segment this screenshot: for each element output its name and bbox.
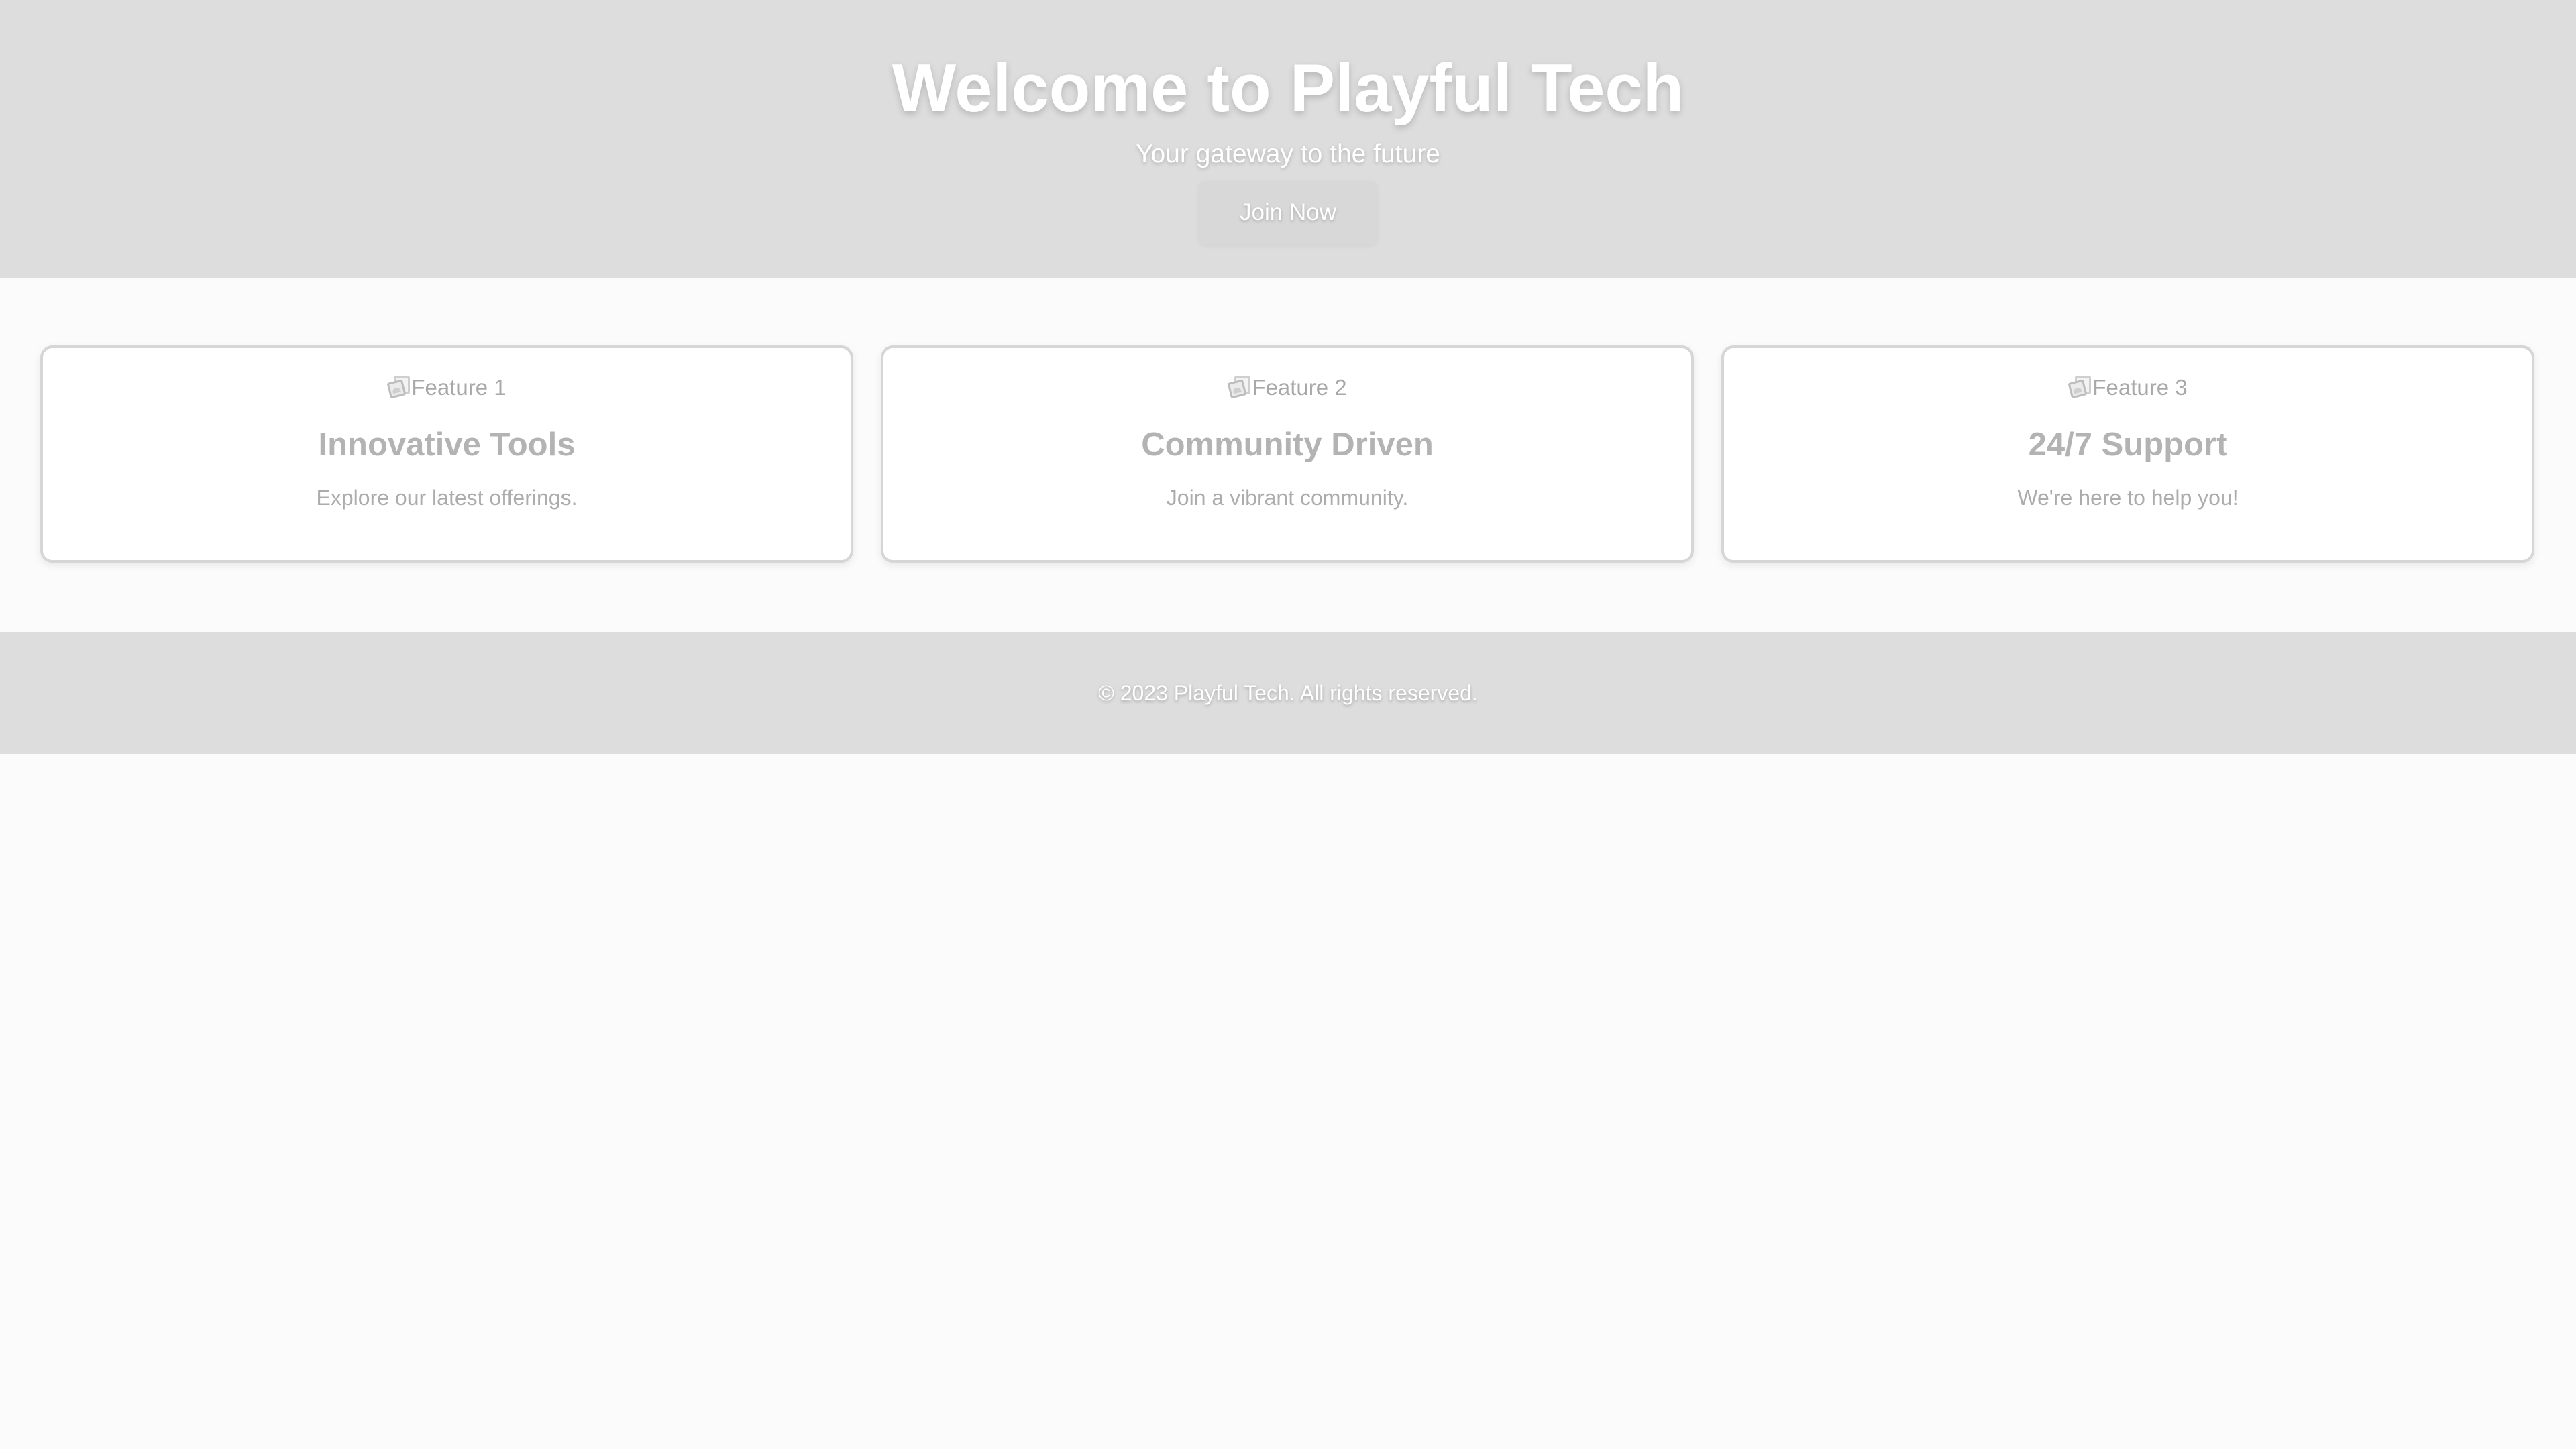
page-footer: © 2023 Playful Tech. All rights reserved… bbox=[0, 632, 2576, 754]
feature-card-1: Feature 1 Innovative Tools Explore our l… bbox=[40, 345, 853, 563]
broken-image-icon bbox=[1227, 374, 1251, 400]
feature-image-alt: Feature 1 bbox=[411, 375, 506, 400]
hero-title: Welcome to Playful Tech bbox=[892, 51, 1684, 126]
broken-image-icon bbox=[386, 374, 411, 400]
feature-description: Explore our latest offerings. bbox=[316, 486, 578, 510]
footer-copyright: © 2023 Playful Tech. All rights reserved… bbox=[1098, 681, 1478, 705]
feature-card-3: Feature 3 24/7 Support We're here to hel… bbox=[1721, 345, 2534, 563]
feature-description: Join a vibrant community. bbox=[1166, 486, 1409, 510]
feature-title: 24/7 Support bbox=[2028, 427, 2228, 463]
feature-image-2: Feature 2 bbox=[883, 371, 1691, 405]
feature-card-2: Feature 2 Community Driven Join a vibran… bbox=[881, 345, 1694, 563]
feature-description: We're here to help you! bbox=[2017, 486, 2239, 510]
join-now-button[interactable]: Join Now bbox=[1199, 181, 1377, 244]
feature-title: Community Driven bbox=[1141, 427, 1434, 463]
hero-subtitle: Your gateway to the future bbox=[1136, 140, 1440, 168]
feature-image-alt: Feature 2 bbox=[1252, 375, 1347, 400]
feature-title: Innovative Tools bbox=[318, 427, 576, 463]
feature-image-1: Feature 1 bbox=[43, 371, 851, 405]
broken-image-icon bbox=[2068, 374, 2092, 400]
hero-banner: Welcome to Playful Tech Your gateway to … bbox=[0, 0, 2576, 278]
features-section: Feature 1 Innovative Tools Explore our l… bbox=[0, 278, 2576, 632]
feature-image-alt: Feature 3 bbox=[2092, 375, 2188, 400]
feature-image-3: Feature 3 bbox=[1724, 371, 2532, 405]
